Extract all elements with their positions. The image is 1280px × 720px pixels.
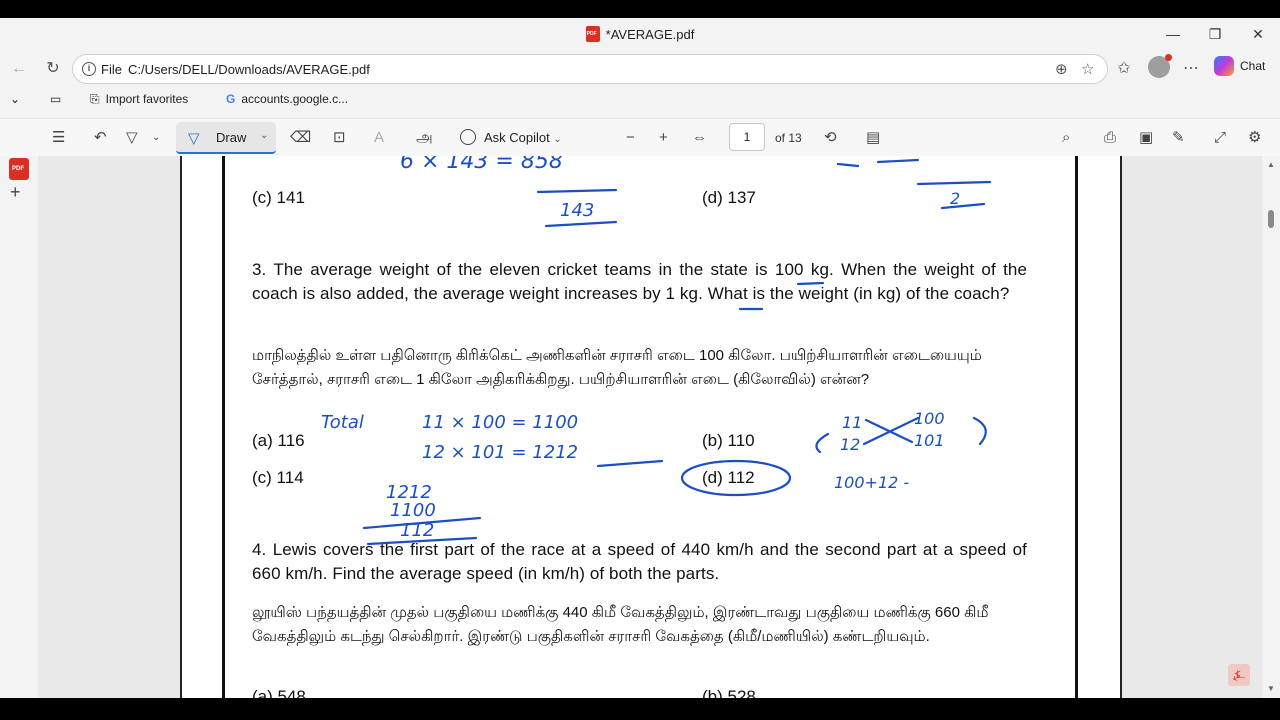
settings-gear-icon[interactable]: ⚙: [1248, 128, 1261, 148]
draw-button[interactable]: ▽ Draw ⌄: [176, 122, 276, 154]
pdf-file-icon: [585, 26, 600, 42]
url-text[interactable]: C:/Users/DELL/Downloads/AVERAGE.pdf: [128, 62, 370, 77]
ink-cross-12: 12: [840, 435, 860, 454]
undo-icon[interactable]: ↶: [94, 128, 107, 148]
scheme-label: File: [101, 62, 122, 77]
ink-top-left-equation: 6 × 143 = 858: [400, 156, 563, 174]
pen-icon: ▽: [188, 130, 200, 147]
highlight-icon[interactable]: ▽: [126, 128, 138, 148]
full-screen-icon[interactable]: ⤢: [1214, 128, 1226, 148]
tab-actions-icon[interactable]: ▭: [50, 92, 61, 106]
vertical-scrollbar[interactable]: ▲ ▼: [1262, 156, 1280, 698]
eraser-icon[interactable]: ⌫: [290, 128, 311, 148]
ink-underline-4: [940, 202, 986, 210]
ask-copilot-chevron-icon: ⌄: [553, 134, 562, 145]
address-bar[interactable]: i File C:/Users/DELL/Downloads/AVERAGE.p…: [72, 54, 1108, 84]
copilot-icon: [1214, 56, 1234, 76]
read-aloud-icon[interactable]: அ: [416, 128, 433, 148]
title-bar: *AVERAGE.pdf — ❐ ✕: [0, 18, 1280, 50]
ink-cross-lines: [862, 416, 920, 446]
ink-total-label: Total: [321, 412, 364, 433]
refresh-icon[interactable]: ↻: [42, 58, 64, 80]
save-icon[interactable]: ▣: [1139, 128, 1153, 148]
ink-top-right-strokes: [836, 158, 920, 168]
print-icon[interactable]: ⎙: [1104, 128, 1116, 148]
window-title-text: *AVERAGE.pdf: [605, 27, 695, 42]
page-view-icon[interactable]: ▤: [866, 128, 880, 148]
chevron-down-icon[interactable]: ⌄: [10, 92, 20, 106]
pdf-viewer: (c) 141 (d) 137 3. The average weight of…: [38, 156, 1262, 698]
highlight-chevron-icon[interactable]: ⌄: [152, 128, 160, 148]
draw-chevron-icon[interactable]: ⌄: [260, 130, 268, 141]
back-icon[interactable]: ←: [8, 58, 30, 80]
ink-sub-2: 1100: [390, 500, 436, 521]
scroll-up-icon[interactable]: ▲: [1267, 160, 1275, 169]
pdf-tab-icon[interactable]: [9, 158, 29, 180]
draw-label: Draw: [216, 130, 247, 145]
chat-label: Chat: [1240, 59, 1266, 73]
ink-underline-2: [544, 220, 618, 228]
ink-cross-11: 11: [842, 413, 862, 432]
navigation-bar: ← ↻ i File C:/Users/DELL/Downloads/AVERA…: [0, 50, 1280, 86]
ink-sum: 100+12 -: [834, 473, 909, 492]
screen-bottom-edge: [0, 698, 1280, 720]
add-tab-icon[interactable]: +: [10, 182, 21, 203]
favorites-bar: ⌄ ▭ ⎘ Import favorites Gaccounts.google.c…: [0, 86, 1280, 116]
ink-annotations: 6 × 143 = 858 143 2 Total 11 × 100 = 110…: [321, 156, 992, 546]
acrobat-icon[interactable]: ⍼: [1228, 664, 1250, 686]
copilot-chat-button[interactable]: Chat: [1214, 56, 1265, 76]
minimize-button[interactable]: —: [1161, 24, 1185, 44]
ink-cross-101: 101: [914, 431, 945, 450]
close-button[interactable]: ✕: [1246, 24, 1270, 44]
google-accounts-link[interactable]: Gaccounts.google.c...: [226, 92, 348, 106]
favorite-star-icon[interactable]: ☆: [1081, 60, 1094, 78]
import-favorites-label: Import favorites: [105, 92, 189, 106]
page-total: of 13: [775, 131, 802, 145]
text-box-icon[interactable]: ⊡: [333, 128, 346, 148]
google-accounts-label: accounts.google.c...: [241, 92, 349, 106]
ink-top-right-digit: 2: [950, 189, 960, 208]
restore-button[interactable]: ❐: [1203, 24, 1227, 44]
more-menu-icon[interactable]: ⋯: [1180, 58, 1202, 80]
screen-top-edge: [0, 0, 1280, 18]
fit-width-icon[interactable]: ⇔: [692, 128, 707, 148]
sidebar-rail: +: [0, 156, 38, 698]
import-icon: ⎘: [90, 92, 100, 106]
ask-copilot-button[interactable]: Ask Copilot ⌄: [460, 129, 562, 145]
page-number-input[interactable]: 1: [729, 123, 765, 151]
info-icon[interactable]: i: [82, 62, 96, 76]
rotate-icon[interactable]: ⟲: [824, 128, 837, 148]
ink-underline-3: [916, 180, 992, 186]
window-title: *AVERAGE.pdf: [0, 26, 1280, 42]
ink-sub-3: 112: [400, 520, 434, 541]
ink-underline-1: [536, 188, 618, 194]
copilot-icon: [460, 129, 476, 145]
pdf-toolbar: ☰ ↶ ▽ ⌄ ▽ Draw ⌄ ⌫ ⊡ A அ Ask Copilot ⌄ −…: [0, 118, 1280, 156]
favorites-icon[interactable]: ✩: [1113, 58, 1135, 80]
ink-underline-100kg: [796, 281, 825, 286]
scroll-thumb[interactable]: [1268, 210, 1274, 228]
zoom-out-icon[interactable]: −: [626, 128, 635, 148]
import-favorites-link[interactable]: ⎘ Import favorites: [90, 92, 188, 107]
zoom-in-icon[interactable]: +: [659, 128, 668, 148]
search-icon[interactable]: ⌕: [1062, 128, 1070, 148]
ink-line-2: 12 × 101 = 1212: [422, 442, 578, 463]
browser-window: *AVERAGE.pdf — ❐ ✕ ← ↻ i File C:/Users/D…: [0, 18, 1280, 698]
ink-line-1: 11 × 100 = 1100: [422, 412, 578, 433]
ask-copilot-label: Ask Copilot: [484, 130, 550, 145]
profile-avatar[interactable]: [1148, 54, 1172, 78]
scroll-down-icon[interactable]: ▼: [1267, 684, 1275, 693]
google-icon: G: [226, 92, 236, 106]
save-as-icon[interactable]: ✎: [1172, 128, 1185, 148]
ink-top-left-result: 143: [560, 200, 594, 221]
ink-underline-1212: [596, 459, 664, 468]
text-format-icon: A: [374, 129, 385, 146]
zoom-icon[interactable]: ⊕: [1055, 60, 1068, 78]
ink-circle-answer: [680, 459, 792, 497]
contents-icon[interactable]: ☰: [52, 128, 65, 148]
